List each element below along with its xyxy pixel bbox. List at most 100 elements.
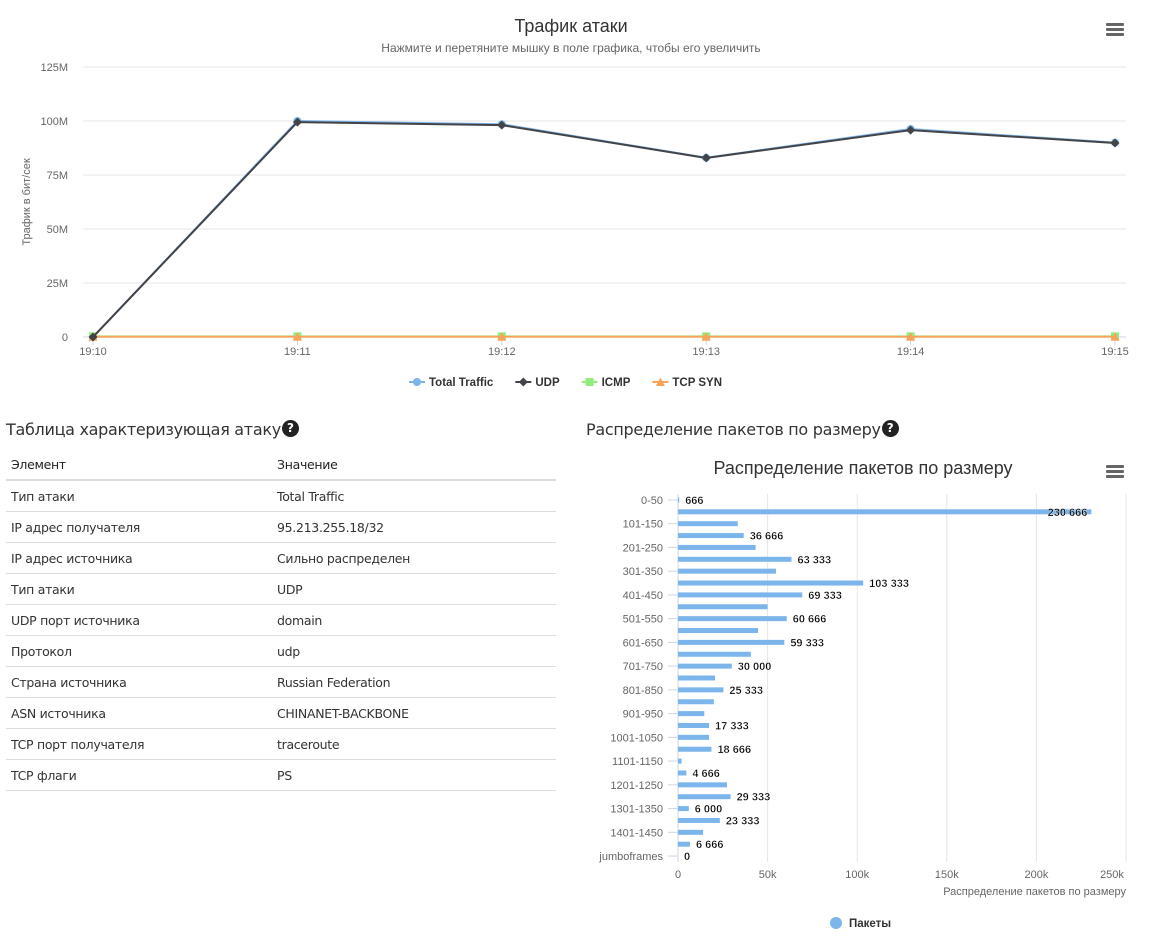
legend-item[interactable]: Пакеты [830,917,891,930]
category-label: 1201-1250 [610,780,663,792]
row-value: udp [272,635,556,667]
bar-chart-menu-button[interactable] [1106,465,1124,479]
question-circle-icon[interactable]: ? [881,420,899,437]
data-label: 60 666 [793,614,827,626]
question-circle-icon[interactable]: ? [281,420,299,437]
category-label: 1301-1350 [610,804,663,816]
data-label: 4 666 [692,768,720,780]
x-tick-label: 100k [845,869,869,881]
y-tick-label: 25M [47,278,68,290]
data-label: 103 333 [869,578,909,590]
data-label: 63 333 [797,554,831,566]
y-tick-label: 0 [62,332,68,344]
bar [678,722,710,728]
category-label: 1001-1050 [610,732,663,744]
y-tick-label: 100M [40,116,68,128]
table-row: Тип атаки UDP [6,573,556,605]
legend-label: ICMP [602,377,631,389]
data-label: 29 333 [737,792,771,804]
category-label: 0-50 [641,495,663,507]
legend-item[interactable]: TCP SYN [652,377,722,389]
row-value: PS [272,759,556,791]
legend-marker-icon [518,377,528,387]
data-label: 36 666 [750,531,784,543]
row-label: TCP порт получателя [6,728,272,760]
x-tick-label: 19:13 [692,346,720,358]
category-label: 801-850 [623,685,663,697]
attack-characteristics-table: Элемент Значение Тип атаки Total Traffic … [6,449,556,791]
bar [678,628,759,634]
table-header-row: Элемент Значение [6,449,556,481]
data-label: 25 333 [729,685,763,697]
category-label: 401-450 [623,590,663,602]
bar [678,758,682,764]
value-axis-label: Распределение пакетов по размеру [943,886,1126,898]
bar [678,580,864,586]
data-label: 0 [684,851,690,863]
distribution-heading: Распределение пакетов по размеру? [586,420,899,439]
table-row: ASN источника CHINANET-BACKBONE [6,697,556,729]
category-label: 1401-1450 [610,827,663,839]
x-tick-label: 150k [935,869,959,881]
data-label: 69 333 [808,590,842,602]
bar [678,770,687,776]
legend-item[interactable]: Total Traffic [409,377,494,389]
bar [678,604,768,610]
row-label: TCP флаги [6,759,272,791]
row-label: Тип атаки [6,573,272,605]
legend-item[interactable]: ICMP [581,377,631,389]
row-label: Протокол [6,635,272,667]
data-label: 59 333 [790,637,824,649]
bar [678,675,716,681]
bar [678,592,803,598]
packet-size-bar-chart[interactable]: Распределение пакетов по размеру 0-50 101… [580,450,1155,937]
bar [678,841,690,847]
bar [678,651,751,657]
category-label: 601-650 [623,637,663,649]
table-row: UDP порт источника domain [6,604,556,636]
row-value: traceroute [272,728,556,760]
bar [678,746,712,752]
legend-label: Пакеты [849,918,891,930]
bar [678,544,756,550]
distribution-section-title: Распределение пакетов по размеру [586,420,881,439]
table-row: TCP порт получателя traceroute [6,728,556,760]
row-label: ASN источника [6,697,272,729]
row-value: domain [272,604,556,636]
bar [678,699,714,705]
y-tick-label: 75M [47,170,68,182]
bar [678,663,732,669]
line-chart-menu-button[interactable] [1106,23,1124,37]
table-row: Протокол udp [6,635,556,667]
attack-table-title: Таблица характеризующая атаку [6,420,281,439]
chart-subtitle: Нажмите и перетяните мышку в поле график… [381,41,760,55]
bar [678,568,776,574]
bar [678,616,787,622]
table-row: Тип атаки Total Traffic [6,480,556,512]
x-tick-label: 19:10 [79,346,107,358]
attack-traffic-line-chart[interactable]: Трафик атаки Нажмите и перетяните мышку … [0,0,1155,400]
category-label: 301-350 [623,566,663,578]
row-value: 95.213.255.18/32 [272,511,556,543]
y-axis-label: Трафик в бит/сек [21,158,33,245]
bar [678,509,1092,515]
chart-title: Распределение пакетов по размеру [713,458,1012,478]
bar [678,521,738,527]
row-label: IP адрес получателя [6,511,272,543]
legend-marker-icon [585,378,594,386]
bar [678,639,785,645]
legend-item[interactable]: UDP [515,377,560,389]
bar [678,782,727,788]
x-tick-label: 19:11 [284,346,311,358]
bar [678,711,705,717]
bar [678,687,724,693]
series-line-udp [92,121,1116,338]
table-row: IP адрес источника Сильно распределен [6,542,556,574]
legend-marker-icon [413,378,421,386]
column-header-value: Значение [272,449,556,481]
category-label: 1101-1150 [612,756,663,768]
bar [678,794,731,800]
y-tick-label: 125M [40,62,68,74]
row-label: IP адрес источника [6,542,272,574]
row-label: Тип атаки [6,480,272,512]
